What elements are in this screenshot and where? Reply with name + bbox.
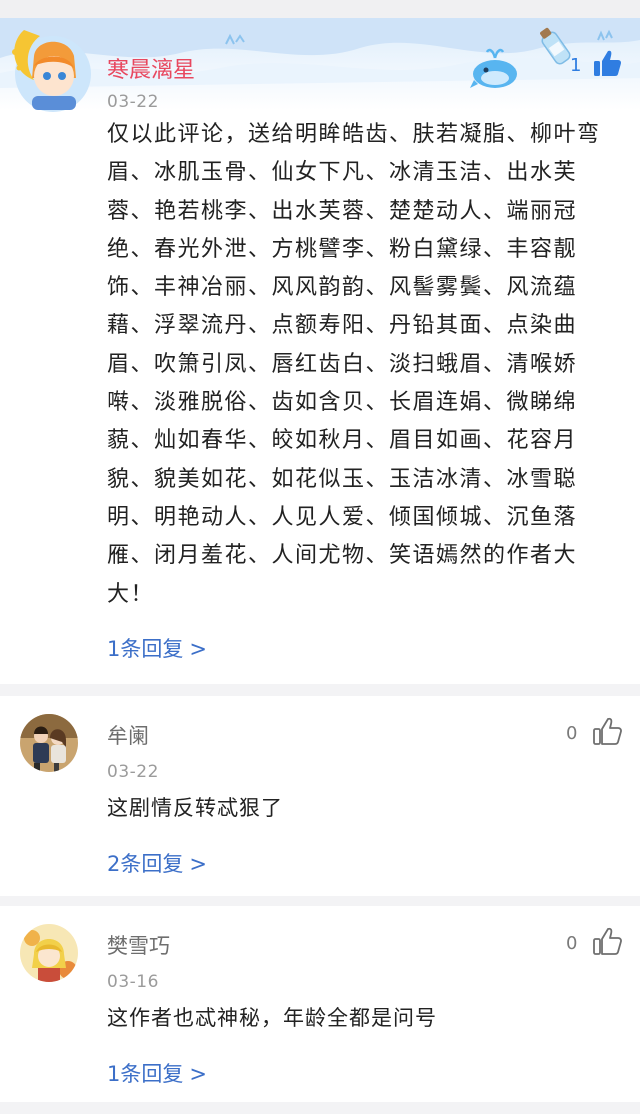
divider xyxy=(0,1102,640,1114)
comment-text: 这剧情反转忒狠了 xyxy=(107,796,283,820)
couple-photo-avatar-icon xyxy=(20,714,78,772)
comment-text: 这作者也忒神秘，年龄全都是问号 xyxy=(107,1006,437,1030)
comment-item: 寒晨漓星 1 03-22 仅以此评论，送给明眸皓齿、肤若凝脂、柳叶弯眉、冰肌玉骨… xyxy=(0,18,640,686)
avatar[interactable] xyxy=(20,924,78,982)
view-replies-link[interactable]: 1条回复 > xyxy=(107,633,207,663)
divider xyxy=(0,896,640,906)
reply-count-label: 1条回复 xyxy=(107,1062,184,1086)
thumbs-up-filled-icon xyxy=(594,50,622,76)
comment-item: 樊雪巧 0 03-16 这作者也忒神秘，年龄全都是问号 1条回复 > xyxy=(0,906,640,1102)
view-replies-link[interactable]: 1条回复 > xyxy=(107,1058,207,1088)
avatar[interactable] xyxy=(20,714,78,772)
commenter-name[interactable]: 樊雪巧 xyxy=(107,930,170,960)
like-button[interactable] xyxy=(592,48,622,78)
view-replies-link[interactable]: 2条回复 > xyxy=(107,848,207,878)
divider xyxy=(0,684,640,696)
like-count: 0 xyxy=(566,723,578,744)
reply-count-label: 1条回复 xyxy=(107,637,184,661)
comment-date: 03-22 xyxy=(107,762,159,782)
reply-count-label: 2条回复 xyxy=(107,852,184,876)
anime-boy-moon-avatar-icon xyxy=(12,30,91,112)
top-strip xyxy=(0,0,640,18)
like-button[interactable] xyxy=(592,926,622,956)
chevron-right-icon: > xyxy=(189,637,207,661)
commenter-name[interactable]: 牟阑 xyxy=(107,720,149,750)
commenter-name[interactable]: 寒晨漓星 xyxy=(107,52,195,84)
anime-yellow-avatar-icon xyxy=(20,924,78,982)
comment-item: 牟阑 0 03-22 这剧情反转忒狠了 2条回复 > xyxy=(0,696,640,896)
comment-text: 仅以此评论，送给明眸皓齿、肤若凝脂、柳叶弯眉、冰肌玉骨、仙女下凡、冰清玉洁、出水… xyxy=(107,122,601,607)
thumbs-up-outline-icon xyxy=(593,927,622,955)
comment-date: 03-22 xyxy=(107,92,159,112)
like-count: 0 xyxy=(566,933,578,954)
whale-decoration-icon xyxy=(470,48,517,88)
chevron-right-icon: > xyxy=(189,1062,207,1086)
avatar[interactable] xyxy=(6,22,96,114)
like-button[interactable] xyxy=(592,716,622,746)
comment-date: 03-16 xyxy=(107,972,159,992)
chevron-right-icon: > xyxy=(189,852,207,876)
like-count: 1 xyxy=(570,55,582,76)
thumbs-up-outline-icon xyxy=(593,717,622,745)
